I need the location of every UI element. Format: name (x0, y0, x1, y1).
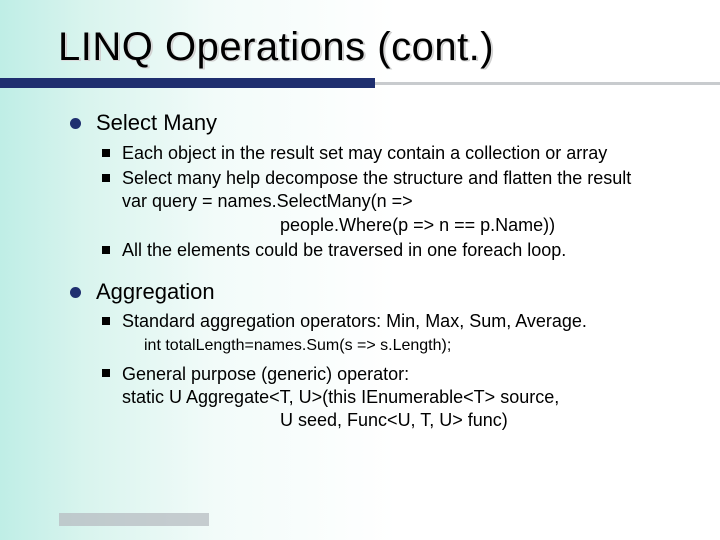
select-many-subitems: Each object in the result set may contai… (102, 142, 680, 263)
title-area: LINQ Operations (cont.) (58, 26, 680, 86)
bullet-text: General purpose (generic) operator: stat… (102, 363, 680, 433)
code-line: var query = names.SelectMany(n => (122, 190, 680, 213)
bullet-line: Standard aggregation operators: Min, Max… (122, 311, 587, 331)
title-underline-thick (0, 78, 375, 88)
bullet-line: Select many help decompose the structure… (122, 168, 631, 188)
bullet-text: Each object in the result set may contai… (102, 142, 680, 165)
bullet-text: All the elements could be traversed in o… (102, 239, 680, 262)
code-line: static U Aggregate<T, U>(this IEnumerabl… (122, 386, 680, 409)
bullet-text: Select many help decompose the structure… (102, 167, 680, 237)
bullet-aggregation: Aggregation (70, 277, 680, 307)
title-underline (0, 74, 720, 86)
bullet-text: Standard aggregation operators: Min, Max… (102, 310, 680, 360)
slide-body: Select Many Each object in the result se… (70, 108, 680, 435)
footer-accent-bar (59, 513, 209, 526)
bullet-line: General purpose (generic) operator: (122, 364, 409, 384)
code-line: people.Where(p => n == p.Name)) (122, 214, 680, 237)
code-line: U seed, Func<U, T, U> func) (122, 409, 680, 432)
bullet-select-many: Select Many (70, 108, 680, 138)
aggregation-subitems: Standard aggregation operators: Min, Max… (102, 310, 680, 432)
slide-title: LINQ Operations (cont.) (58, 26, 680, 68)
code-line: int totalLength=names.Sum(s => s.Length)… (144, 334, 680, 361)
